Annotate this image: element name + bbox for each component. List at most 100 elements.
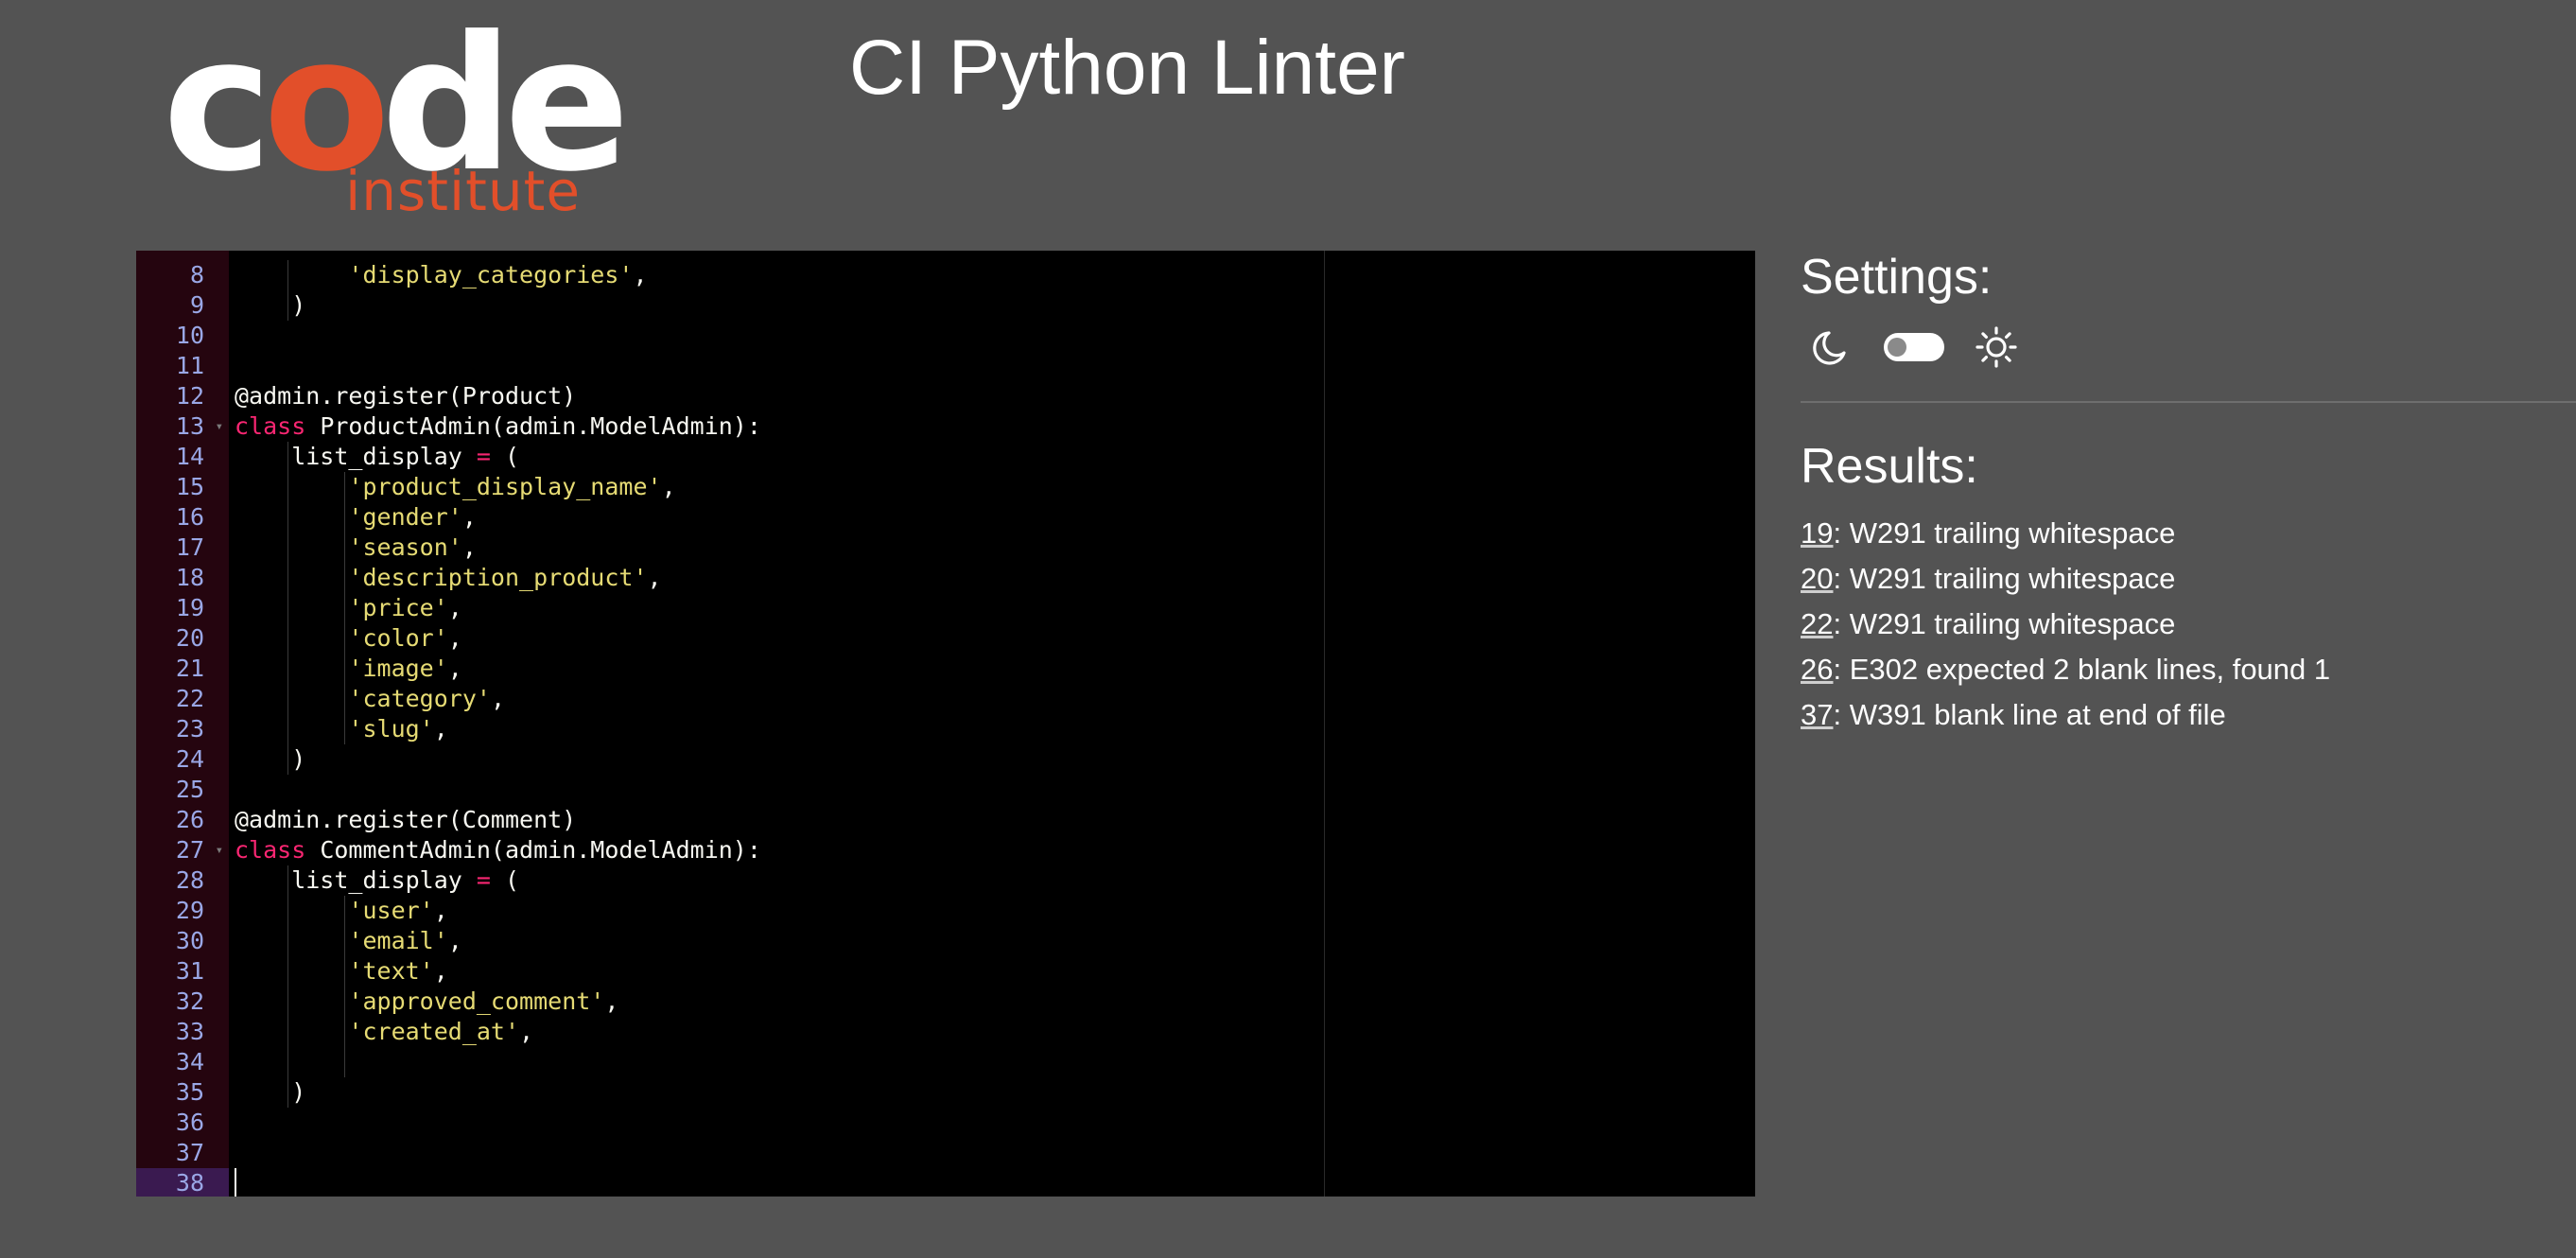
- code-line[interactable]: 30 'email',: [136, 926, 1755, 956]
- code-line[interactable]: 20 'color',: [136, 623, 1755, 654]
- result-line-link[interactable]: 22: [1801, 607, 1833, 640]
- code-line[interactable]: 36: [136, 1108, 1755, 1138]
- code-line[interactable]: 16 'gender',: [136, 502, 1755, 533]
- operator-token: =: [476, 443, 491, 470]
- line-number: 37: [175, 1139, 204, 1166]
- line-code: 'description_product',: [235, 563, 662, 593]
- code-line[interactable]: 33 'created_at',: [136, 1017, 1755, 1047]
- result-message: : E302 expected 2 blank lines, found 1: [1833, 653, 2331, 686]
- result-message: : W291 trailing whitespace: [1833, 607, 2176, 640]
- line-code: 'created_at',: [235, 1017, 533, 1047]
- code-token: ): [235, 1078, 306, 1106]
- code-line[interactable]: 31 'text',: [136, 956, 1755, 987]
- code-token: ,: [433, 897, 448, 924]
- code-line[interactable]: 27 ▾ class CommentAdmin(admin.ModelAdmin):: [136, 835, 1755, 865]
- result-item: 26: E302 expected 2 blank lines, found 1: [1801, 647, 2330, 692]
- code-token: ): [235, 745, 306, 773]
- code-token: CommentAdmin(admin.ModelAdmin):: [305, 836, 761, 864]
- code-line[interactable]: 17 'season',: [136, 533, 1755, 563]
- code-line[interactable]: 11: [136, 351, 1755, 381]
- theme-toggle[interactable]: [1884, 333, 1944, 361]
- code-line[interactable]: 12 @admin.register(Product): [136, 381, 1755, 411]
- code-line[interactable]: 14 list_display = (: [136, 442, 1755, 472]
- line-code: 'gender',: [235, 502, 477, 533]
- result-line-link[interactable]: 26: [1801, 653, 1833, 686]
- page-title: CI Python Linter: [849, 25, 1405, 111]
- result-message: : W391 blank line at end of file: [1833, 698, 2226, 731]
- result-line-link[interactable]: 37: [1801, 698, 1833, 731]
- code-line[interactable]: 28 list_display = (: [136, 865, 1755, 896]
- code-line[interactable]: 26 @admin.register(Comment): [136, 805, 1755, 835]
- line-code: 'slug',: [235, 714, 448, 744]
- code-line[interactable]: 18 'description_product',: [136, 563, 1755, 593]
- code-line[interactable]: 38: [136, 1168, 1755, 1197]
- code-token: ,: [447, 655, 462, 682]
- line-code: class CommentAdmin(admin.ModelAdmin):: [235, 835, 761, 865]
- string-token: 'slug': [348, 715, 434, 743]
- moon-icon: [1813, 331, 1846, 365]
- code-token: ,: [461, 533, 477, 561]
- code-line[interactable]: 19 'price',: [136, 593, 1755, 623]
- code-token: ,: [519, 1018, 534, 1045]
- line-code: ): [235, 744, 305, 775]
- keyword-token: class: [235, 412, 306, 440]
- line-number: 36: [175, 1109, 204, 1136]
- toggle-knob: [1888, 338, 1906, 357]
- code-token: ,: [647, 564, 662, 591]
- code-token: list_display: [235, 866, 477, 894]
- code-token: ,: [433, 715, 448, 743]
- code-line[interactable]: 32 'approved_comment',: [136, 987, 1755, 1017]
- result-item: 20: W291 trailing whitespace: [1801, 556, 2330, 602]
- code-line[interactable]: 15 'product_display_name',: [136, 472, 1755, 502]
- line-number: 33: [175, 1018, 204, 1045]
- code-line[interactable]: 24 ): [136, 744, 1755, 775]
- fold-toggle-icon[interactable]: ▾: [216, 835, 223, 865]
- line-code: 'image',: [235, 654, 462, 684]
- code-token: ,: [447, 594, 462, 621]
- line-code: 'price',: [235, 593, 462, 623]
- result-message: : W291 trailing whitespace: [1833, 562, 2176, 595]
- line-number: 18: [175, 564, 204, 591]
- code-line[interactable]: 21 'image',: [136, 654, 1755, 684]
- code-token: ,: [661, 473, 676, 500]
- line-number: 34: [175, 1048, 204, 1075]
- result-item: 37: W391 blank line at end of file: [1801, 692, 2330, 738]
- line-number: 16: [175, 503, 204, 531]
- line-code: list_display = (: [235, 442, 519, 472]
- line-number: 20: [175, 624, 204, 652]
- code-line[interactable]: 8 'display_categories',: [136, 260, 1755, 290]
- line-number: 12: [175, 382, 204, 410]
- line-number: 25: [175, 776, 204, 803]
- code-line[interactable]: 10: [136, 321, 1755, 351]
- code-line[interactable]: 25: [136, 775, 1755, 805]
- result-line-link[interactable]: 19: [1801, 516, 1833, 550]
- code-line[interactable]: 22 'category',: [136, 684, 1755, 714]
- code-token: ,: [447, 624, 462, 652]
- line-number: 28: [175, 866, 204, 894]
- sun-icon: [1976, 326, 2017, 368]
- fold-toggle-icon[interactable]: ▾: [216, 411, 223, 442]
- line-code: 'display_categories',: [235, 260, 647, 290]
- section-divider: [1801, 401, 2576, 403]
- code-line[interactable]: 13 ▾ class ProductAdmin(admin.ModelAdmin):: [136, 411, 1755, 442]
- code-line[interactable]: 23 'slug',: [136, 714, 1755, 744]
- line-number: 31: [175, 957, 204, 985]
- code-token: ): [235, 291, 306, 319]
- code-line[interactable]: 35 ): [136, 1077, 1755, 1108]
- code-line[interactable]: 34: [136, 1047, 1755, 1077]
- line-number: 17: [175, 533, 204, 561]
- code-line[interactable]: 29 'user',: [136, 896, 1755, 926]
- code-token: ,: [490, 685, 505, 712]
- results-list: 19: W291 trailing whitespace 20: W291 tra…: [1801, 511, 2330, 738]
- line-number: 22: [175, 685, 204, 712]
- code-token: ,: [461, 503, 477, 531]
- code-editor[interactable]: 8 'display_categories', 9 ) 10 11 12 @admin.r…: [136, 251, 1755, 1197]
- code-line[interactable]: 9 ): [136, 290, 1755, 321]
- result-line-link[interactable]: 20: [1801, 562, 1833, 595]
- code-line[interactable]: 37: [136, 1138, 1755, 1168]
